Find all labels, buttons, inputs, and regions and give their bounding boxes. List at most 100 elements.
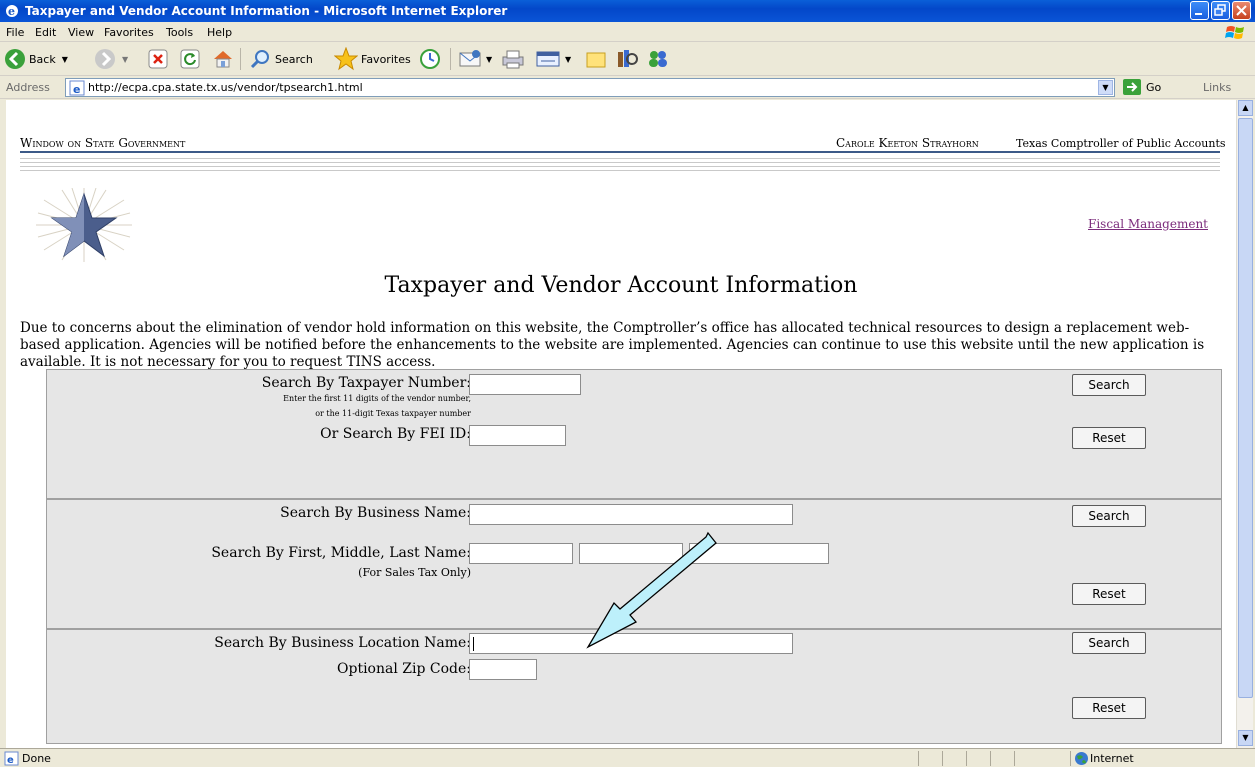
zip-code-label: Optional Zip Code: (337, 661, 471, 677)
agency-name: Texas Comptroller of Public Accounts (1016, 137, 1226, 150)
history-icon (420, 49, 440, 69)
mail-icon (459, 50, 481, 67)
sales-tax-hint: (For Sales Tax Only) (358, 566, 471, 579)
menu-help[interactable]: Help (207, 26, 232, 39)
minimize-icon (1195, 13, 1202, 15)
annotation-arrow-icon (586, 531, 717, 649)
go-arrow-icon (1123, 79, 1141, 95)
windows-logo-icon (1225, 26, 1244, 39)
business-reset-button[interactable]: Reset (1072, 583, 1146, 605)
discuss-button[interactable] (585, 46, 607, 72)
close-button[interactable] (1232, 1, 1251, 20)
menu-favorites[interactable]: Favorites (104, 26, 154, 39)
research-button[interactable] (615, 46, 639, 72)
go-button[interactable]: Go (1122, 78, 1161, 96)
research-books-icon (618, 50, 638, 67)
header-lines (20, 158, 1220, 176)
messenger-button[interactable] (646, 46, 670, 72)
status-text: Done (22, 752, 51, 765)
location-name-label: Search By Business Location Name: (214, 635, 471, 651)
zip-code-input[interactable] (469, 659, 537, 680)
notice-paragraph: Due to concerns about the elimination of… (20, 320, 1205, 370)
menu-edit[interactable]: Edit (35, 26, 56, 39)
official-name: Carole Keeton Strayhorn (836, 136, 979, 150)
business-name-label: Search By Business Name: (280, 505, 471, 521)
taxpayer-reset-button[interactable]: Reset (1072, 427, 1146, 449)
fei-id-input[interactable] (469, 425, 566, 446)
minimize-button[interactable] (1190, 1, 1209, 20)
go-label: Go (1146, 80, 1162, 94)
address-dropdown-icon[interactable]: ▼ (1098, 80, 1113, 95)
restore-icon (1214, 4, 1226, 16)
stop-button[interactable] (148, 46, 168, 72)
svg-text:e: e (7, 755, 14, 766)
scroll-down-icon[interactable]: ▼ (1238, 730, 1253, 746)
search-icon (250, 50, 269, 69)
page-title: Taxpayer and Vendor Account Information (384, 273, 858, 298)
svg-text:e: e (8, 5, 15, 18)
back-label: Back (29, 52, 56, 66)
maximize-button[interactable] (1211, 1, 1230, 20)
mail-dropdown-icon[interactable]: ▼ (486, 55, 492, 64)
history-button[interactable] (418, 46, 442, 72)
forward-button[interactable]: ▼ (94, 46, 128, 72)
search-label: Search (275, 52, 313, 66)
refresh-button[interactable] (180, 46, 200, 72)
menu-view[interactable]: View (68, 26, 94, 39)
favorites-star-icon (334, 47, 358, 71)
search-button[interactable]: Search (250, 46, 313, 72)
back-arrow-icon (5, 49, 25, 69)
favorites-label: Favorites (361, 52, 411, 66)
internet-explorer-icon: e (6, 5, 18, 18)
taxpayer-search-section: Search By Taxpayer Number: Enter the fir… (46, 369, 1222, 499)
edit-page-icon (536, 51, 560, 67)
forward-dropdown-icon[interactable]: ▼ (122, 55, 128, 64)
home-button[interactable] (212, 46, 234, 72)
back-button[interactable]: Back ▼ (4, 46, 68, 72)
edit-button[interactable]: ▼ (535, 46, 571, 72)
mail-button[interactable]: ▼ (458, 46, 492, 72)
address-url: http://ecpa.cpa.state.tx.us/vendor/tpsea… (88, 81, 363, 94)
person-name-label: Search By First, Middle, Last Name: (211, 545, 471, 561)
scroll-thumb[interactable] (1238, 118, 1253, 698)
fiscal-management-link[interactable]: Fiscal Management (1088, 217, 1208, 231)
taxpayer-number-label: Search By Taxpayer Number: (261, 375, 471, 391)
print-button[interactable] (500, 46, 526, 72)
taxpayer-hint-1: Enter the first 11 digits of the vendor … (283, 394, 471, 403)
menu-file[interactable]: File (6, 26, 24, 39)
favorites-button[interactable]: Favorites (334, 46, 411, 72)
first-name-input[interactable] (469, 543, 573, 564)
svg-text:e: e (73, 83, 80, 96)
toolbar: Back ▼ ▼ Search Favorites ▼ ▼ (0, 42, 1255, 76)
internet-globe-icon (1075, 752, 1088, 765)
security-zone: Internet (1090, 752, 1134, 765)
address-bar: Address e http://ecpa.cpa.state.tx.us/ve… (0, 76, 1255, 99)
close-icon (1236, 5, 1247, 16)
messenger-icon (649, 51, 667, 67)
links-label[interactable]: Links (1203, 81, 1231, 94)
taxpayer-number-input[interactable] (469, 374, 581, 395)
business-search-button[interactable]: Search (1072, 505, 1146, 527)
taxpayer-search-button[interactable]: Search (1072, 374, 1146, 396)
edit-dropdown-icon[interactable]: ▼ (565, 55, 571, 64)
forward-arrow-icon (95, 49, 115, 69)
header-rule (20, 151, 1220, 153)
page-viewport: Window on State Government Carole Keeton… (6, 100, 1236, 748)
menu-tools[interactable]: Tools (166, 26, 193, 39)
stop-icon (148, 49, 168, 69)
menu-bar: File Edit View Favorites Tools Help (0, 22, 1255, 42)
printer-icon (502, 50, 524, 69)
texas-star-logo-icon (36, 188, 132, 262)
address-input[interactable]: e http://ecpa.cpa.state.tx.us/vendor/tps… (65, 78, 1115, 97)
location-reset-button[interactable]: Reset (1072, 697, 1146, 719)
vertical-scrollbar[interactable]: ▲ ▼ (1236, 100, 1253, 748)
business-name-input[interactable] (469, 504, 793, 525)
back-dropdown-icon[interactable]: ▼ (62, 55, 68, 64)
page-done-icon: e (4, 751, 19, 766)
home-icon (214, 51, 232, 68)
taxpayer-hint-2: or the 11-digit Texas taxpayer number (315, 409, 471, 418)
window-titlebar: e Taxpayer and Vendor Account Informatio… (0, 0, 1255, 22)
site-name[interactable]: Window on State Government (20, 136, 185, 150)
scroll-up-icon[interactable]: ▲ (1238, 100, 1253, 116)
location-search-button[interactable]: Search (1072, 632, 1146, 654)
